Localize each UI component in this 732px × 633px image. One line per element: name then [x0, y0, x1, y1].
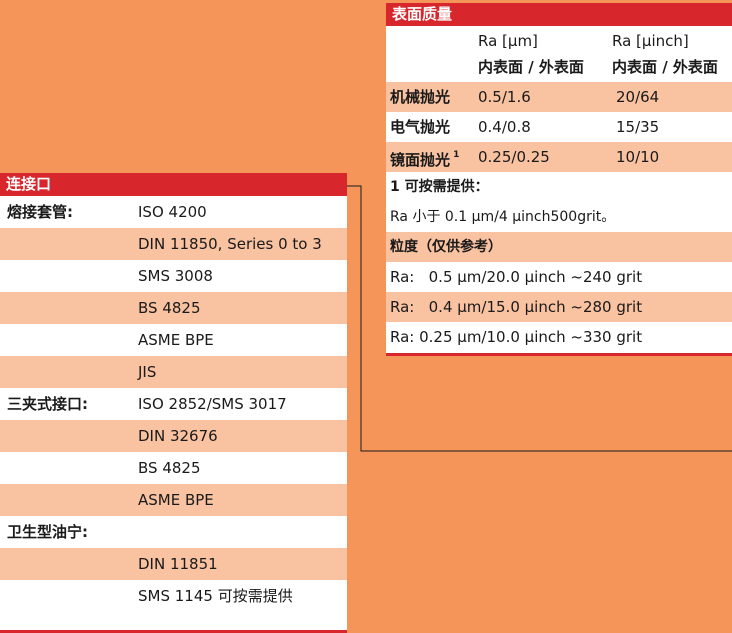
connections-panel: 连接口 熔接套管: ISO 4200 DIN 11850, Series 0 to … [0, 173, 347, 633]
table-row: BS 4825 [0, 452, 347, 484]
finish-label: 电气抛光 [390, 118, 451, 136]
row-value: DIN 32676 [138, 427, 218, 445]
table-row: ASME BPE [0, 484, 347, 516]
row-value: JIS [138, 363, 157, 381]
footnote-marker: 1 [450, 150, 460, 160]
surface-quality-panel: 表面质量 Ra [µm] 内表面 / 外表面 Ra [µinch] 内表面 / … [386, 3, 732, 356]
finish-label: 镜面抛光 1 [390, 150, 460, 169]
value-uinch: 20/64 [616, 88, 660, 106]
grit-title: 粒度（仅供参考） [386, 232, 732, 262]
surface-title: 表面质量 [386, 3, 732, 26]
surface-table: 机械抛光 0.5/1.6 20/64 电气抛光 0.4/0.8 15/35 镜面抛光 1 0.… [386, 82, 732, 172]
col2-sub: 内表面 / 外表面 [612, 58, 718, 76]
ra-note: Ra 小于 0.1 μm/4 μinch500grit。 [390, 209, 616, 225]
table-row: 电气抛光 0.4/0.8 15/35 [386, 112, 732, 142]
table-row: 机械抛光 0.5/1.6 20/64 [386, 82, 732, 112]
row-value: DIN 11851 [138, 555, 218, 573]
row-value: ASME BPE [138, 331, 214, 349]
table-row: DIN 11850, Series 0 to 3 [0, 228, 347, 260]
grit-table: Ra: 0.5 µm/20.0 µinch ~240 grit Ra: 0.4 µ… [386, 262, 732, 352]
col1-unit: Ra [µm] [478, 32, 538, 50]
table-row: SMS 3008 [0, 260, 347, 292]
value-um: 0.5/1.6 [478, 88, 531, 106]
table-row: JIS [0, 356, 347, 388]
row-value: SMS 1145 可按需提供 [138, 587, 293, 605]
table-row: ASME BPE [0, 324, 347, 356]
row-value: BS 4825 [138, 299, 201, 317]
value-um: 0.4/0.8 [478, 118, 531, 136]
row-value: ISO 4200 [138, 203, 207, 221]
table-row: 三夹式接口: ISO 2852/SMS 3017 [0, 388, 347, 420]
value-uinch: 10/10 [616, 148, 660, 166]
finish-label: 机械抛光 [390, 88, 451, 106]
table-row: DIN 32676 [0, 420, 347, 452]
grit-row: Ra: 0.25 µm/10.0 µinch ~330 grit [390, 328, 643, 346]
row-value: SMS 3008 [138, 267, 213, 285]
table-row: BS 4825 [0, 292, 347, 324]
table-row: 熔接套管: ISO 4200 [0, 196, 347, 228]
surface-column-headers: Ra [µm] 内表面 / 外表面 Ra [µinch] 内表面 / 外表面 [386, 26, 732, 82]
table-row: 卫生型油宁: [0, 516, 347, 548]
connections-title: 连接口 [0, 173, 347, 196]
value-uinch: 15/35 [616, 118, 660, 136]
row-value: ISO 2852/SMS 3017 [138, 395, 287, 413]
row-value: BS 4825 [138, 459, 201, 477]
row-label: 卫生型油宁: [7, 523, 88, 541]
row-value: ASME BPE [138, 491, 214, 509]
row-label: 三夹式接口: [7, 395, 88, 413]
col1-sub: 内表面 / 外表面 [478, 58, 584, 76]
table-row: SMS 1145 可按需提供 [0, 580, 347, 612]
table-row: 镜面抛光 1 0.25/0.25 10/10 [386, 142, 732, 172]
footnote: 1 可按需提供： [390, 179, 489, 195]
col2-unit: Ra [µinch] [612, 32, 689, 50]
row-label: 熔接套管: [7, 203, 73, 221]
connections-table: 熔接套管: ISO 4200 DIN 11850, Series 0 to 3 SMS… [0, 196, 347, 612]
grit-row: Ra: 0.5 µm/20.0 µinch ~240 grit [390, 268, 643, 286]
grit-row: Ra: 0.4 µm/15.0 µinch ~280 grit [386, 292, 732, 322]
row-value: DIN 11850, Series 0 to 3 [138, 235, 322, 253]
value-um: 0.25/0.25 [478, 148, 550, 166]
table-row: DIN 11851 [0, 548, 347, 580]
